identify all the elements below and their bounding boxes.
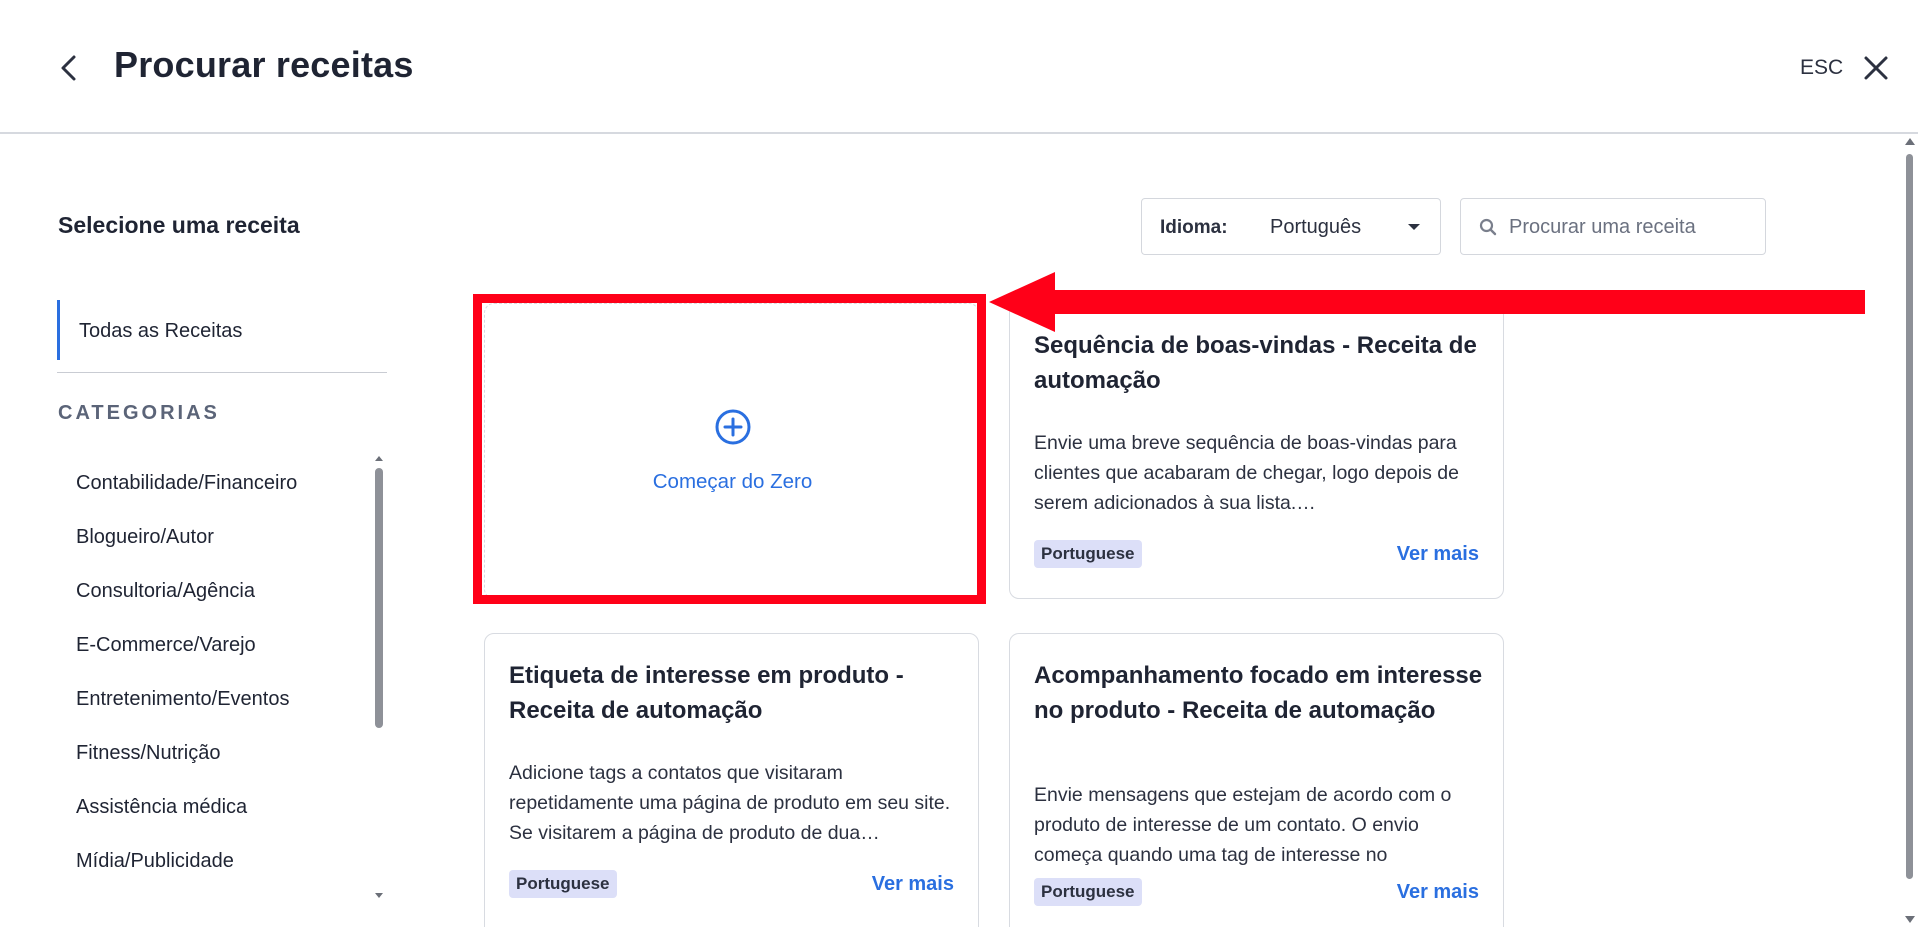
plus-circle-icon (715, 409, 751, 445)
recipe-card-title: Sequência de boas-vindas - Receita de au… (1034, 332, 1477, 394)
recipe-card-description: Adicione tags a contatos que visitaram r… (509, 762, 951, 844)
sidebar-item-all-recipes[interactable]: Todas as Receitas (57, 300, 387, 360)
category-scrollbar-thumb[interactable] (375, 468, 383, 728)
category-scrollbar[interactable] (372, 452, 386, 902)
close-button[interactable] (1858, 50, 1894, 86)
category-item[interactable]: E-Commerce/Varejo (58, 618, 368, 672)
start-from-scratch-card[interactable]: Começar do Zero (484, 303, 979, 599)
recipe-card[interactable]: Acompanhamento focado em interesse no pr… (1009, 633, 1504, 927)
language-badge: Portuguese (1034, 540, 1142, 568)
page-header: Procurar receitas ESC (0, 0, 1918, 134)
language-badge: Portuguese (1034, 878, 1142, 906)
start-from-scratch-label: Começar do Zero (652, 470, 813, 493)
sidebar-item-label: Todas as Receitas (79, 320, 243, 342)
page-title: Procurar receitas (114, 44, 414, 85)
scroll-down-arrow-icon[interactable] (1905, 916, 1915, 923)
category-list: Contabilidade/Financeiro Blogueiro/Autor… (58, 456, 368, 896)
recipe-card-description: Envie uma breve sequência de boas-vindas… (1034, 432, 1459, 514)
recipe-card[interactable]: Sequência de boas-vindas - Receita de au… (1009, 303, 1504, 599)
see-more-link[interactable]: Ver mais (1397, 543, 1479, 566)
language-select[interactable]: Idioma: Português (1141, 198, 1441, 255)
chevron-left-icon (61, 55, 76, 81)
close-icon (1864, 56, 1888, 80)
sidebar-heading: Selecione uma receita (58, 212, 300, 238)
search-input[interactable] (1509, 207, 1757, 247)
category-item[interactable]: Mídia/Publicidade (58, 834, 368, 888)
category-item[interactable]: Consultoria/Agência (58, 564, 368, 618)
recipe-card-title: Acompanhamento focado em interesse no pr… (1034, 662, 1483, 724)
caret-down-icon (1408, 224, 1420, 230)
category-item[interactable]: Assistência médica (58, 780, 368, 834)
language-value: Português (1270, 216, 1362, 238)
recipe-card[interactable]: Etiqueta de interesse em produto - Recei… (484, 633, 979, 927)
page-scrollbar-thumb[interactable] (1906, 154, 1913, 879)
see-more-link[interactable]: Ver mais (1397, 881, 1479, 904)
recipe-card-title: Etiqueta de interesse em produto - Recei… (509, 662, 904, 724)
see-more-link[interactable]: Ver mais (872, 873, 954, 896)
esc-hint: ESC (1800, 56, 1844, 79)
category-item[interactable]: Blogueiro/Autor (58, 510, 368, 564)
categories-heading: CATEGORIAS (58, 402, 220, 424)
scroll-up-arrow-icon[interactable] (1905, 138, 1915, 145)
scroll-down-arrow-icon[interactable] (375, 893, 383, 898)
category-item[interactable]: Entretenimento/Eventos (58, 672, 368, 726)
language-label: Idioma: (1160, 217, 1228, 238)
recipe-card-description: Envie mensagens que estejam de acordo co… (1034, 784, 1452, 866)
sidebar-divider (57, 372, 387, 373)
language-badge: Portuguese (509, 870, 617, 898)
page-scrollbar[interactable] (1900, 136, 1918, 927)
back-button[interactable] (52, 50, 88, 86)
scroll-up-arrow-icon[interactable] (375, 456, 383, 461)
category-item[interactable]: Fitness/Nutrição (58, 726, 368, 780)
category-item[interactable]: Contabilidade/Financeiro (58, 456, 368, 510)
search-box (1460, 198, 1766, 255)
search-icon (1479, 218, 1497, 236)
